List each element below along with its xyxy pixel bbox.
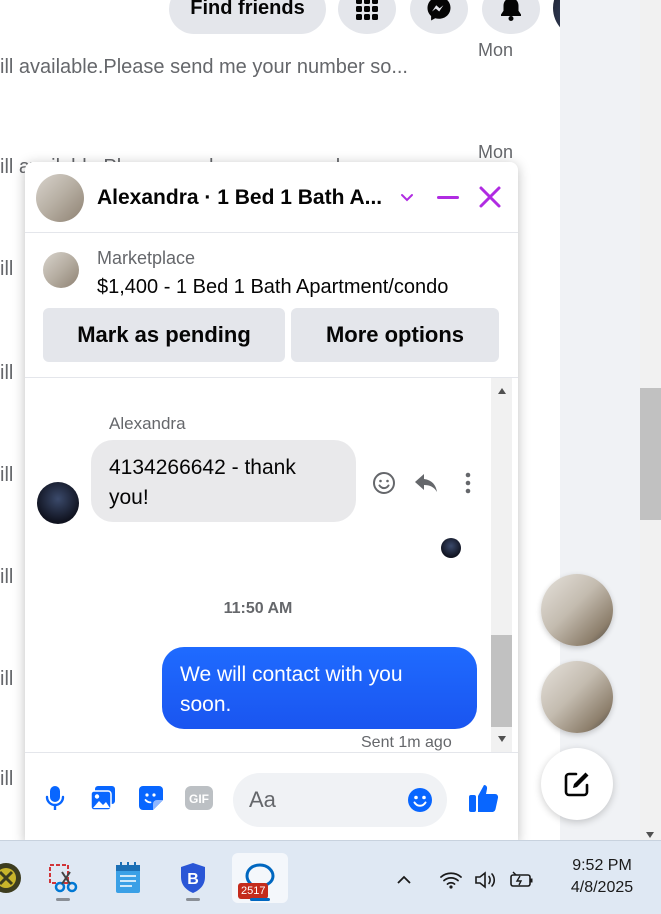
sticker-icon[interactable] <box>136 783 166 813</box>
listing-title[interactable]: $1,400 - 1 Bed 1 Bath Apartment/condo <box>97 276 448 299</box>
snipping-tool-icon <box>49 864 78 893</box>
chat-title[interactable]: Alexandra · 1 Bed 1 Bath A... <box>97 186 382 210</box>
new-message-button[interactable] <box>541 748 613 820</box>
outgoing-message-bubble[interactable]: We will contact with you soon. <box>162 647 477 729</box>
gif-icon[interactable]: GIF <box>184 783 214 813</box>
running-indicator <box>56 898 70 901</box>
conversation-time: Mon <box>478 142 514 162</box>
seen-indicator-avatar <box>441 538 461 558</box>
find-friends-button[interactable]: Find friends <box>169 0 326 34</box>
notifications-bell-icon <box>501 0 521 21</box>
notepad-icon <box>116 862 140 893</box>
mark-as-pending-button[interactable]: Mark as pending <box>43 308 285 362</box>
more-options-button[interactable]: More options <box>291 308 499 362</box>
messenger-button[interactable] <box>410 0 468 34</box>
svg-text:GIF: GIF <box>189 792 209 806</box>
conversation-preview[interactable]: ill <box>0 668 13 691</box>
compose-icon <box>564 772 589 797</box>
photo-icon[interactable] <box>88 783 118 813</box>
wifi-icon[interactable] <box>438 867 464 893</box>
message-composer: GIF <box>25 752 518 842</box>
running-indicator <box>186 898 200 901</box>
chevron-down-icon[interactable] <box>392 182 422 212</box>
conversation-preview[interactable]: ill <box>0 566 13 589</box>
battery-charging-icon[interactable] <box>509 867 535 893</box>
clock-time: 9:52 PM <box>572 857 632 874</box>
close-icon[interactable] <box>475 182 505 212</box>
messenger-icon <box>427 0 451 21</box>
listing-thumbnail[interactable] <box>43 252 79 288</box>
microphone-icon[interactable] <box>40 783 70 813</box>
time-separator: 11:50 AM <box>223 600 293 617</box>
scroll-up-arrow-icon[interactable] <box>491 382 512 400</box>
conversation-preview[interactable]: ill <box>0 768 13 791</box>
taskbar-shield-browser[interactable]: B <box>165 853 221 903</box>
shield-browser-icon: B <box>181 863 205 893</box>
page-scroll-down-arrow-icon[interactable] <box>645 826 655 838</box>
svg-text:B: B <box>187 871 199 888</box>
conversation-preview[interactable]: ill available.Please send me your number… <box>0 56 408 79</box>
system-clock[interactable]: 9:52 PM 4/8/2025 <box>556 855 648 899</box>
reply-icon[interactable] <box>411 468 441 498</box>
taskbar-notepad[interactable] <box>100 853 156 903</box>
notification-badge: 2517 <box>238 883 269 899</box>
page-scrollbar-thumb[interactable] <box>640 388 661 520</box>
taskbar-app-partial[interactable] <box>0 853 34 903</box>
emoji-icon[interactable] <box>406 786 434 819</box>
marketplace-listing-panel: Marketplace $1,400 - 1 Bed 1 Bath Apartm… <box>25 234 518 378</box>
running-indicator <box>250 898 270 901</box>
thumbs-up-icon[interactable] <box>467 781 501 820</box>
conversation-time: Mon <box>478 40 514 60</box>
clock-date: 4/8/2025 <box>570 879 634 896</box>
sent-status: Sent 1m ago <box>361 734 452 751</box>
chat-avatar[interactable] <box>36 174 84 222</box>
conversation-preview[interactable]: ill <box>0 258 13 281</box>
notifications-button[interactable] <box>482 0 540 34</box>
conversation-preview[interactable]: ill <box>0 362 13 385</box>
menu-grid-icon <box>356 0 378 20</box>
taskbar-mail-app[interactable]: 2517 <box>232 853 288 903</box>
message-thread: Alexandra 4134266642 - thank you! 11:50 … <box>25 378 518 752</box>
thread-scrollbar-thumb[interactable] <box>491 635 512 727</box>
minimize-icon[interactable] <box>433 182 463 212</box>
minimized-chat-avatar[interactable] <box>541 661 613 733</box>
volume-icon[interactable] <box>474 867 500 893</box>
minimized-chat-avatar[interactable] <box>541 574 613 646</box>
incoming-message-bubble[interactable]: 4134266642 - thank you! <box>91 440 356 522</box>
taskbar-snipping-tool[interactable] <box>35 853 91 903</box>
top-navigation-bar: Find friends <box>0 0 637 50</box>
chat-header: Alexandra · 1 Bed 1 Bath A... <box>25 162 518 233</box>
menu-grid-button[interactable] <box>338 0 396 34</box>
more-actions-icon[interactable] <box>453 468 483 498</box>
windows-taskbar: B 2517 9:52 PM 4/8/2025 <box>0 840 661 914</box>
react-emoji-icon[interactable] <box>369 468 399 498</box>
conversation-preview[interactable]: ill <box>0 464 13 487</box>
sender-avatar[interactable] <box>37 482 79 524</box>
tray-overflow-chevron-icon[interactable] <box>391 867 417 893</box>
scroll-down-arrow-icon[interactable] <box>491 730 512 748</box>
marketplace-label: Marketplace <box>97 248 196 268</box>
sender-name: Alexandra <box>109 414 186 433</box>
chat-window: Alexandra · 1 Bed 1 Bath A... Marketplac… <box>25 162 518 842</box>
